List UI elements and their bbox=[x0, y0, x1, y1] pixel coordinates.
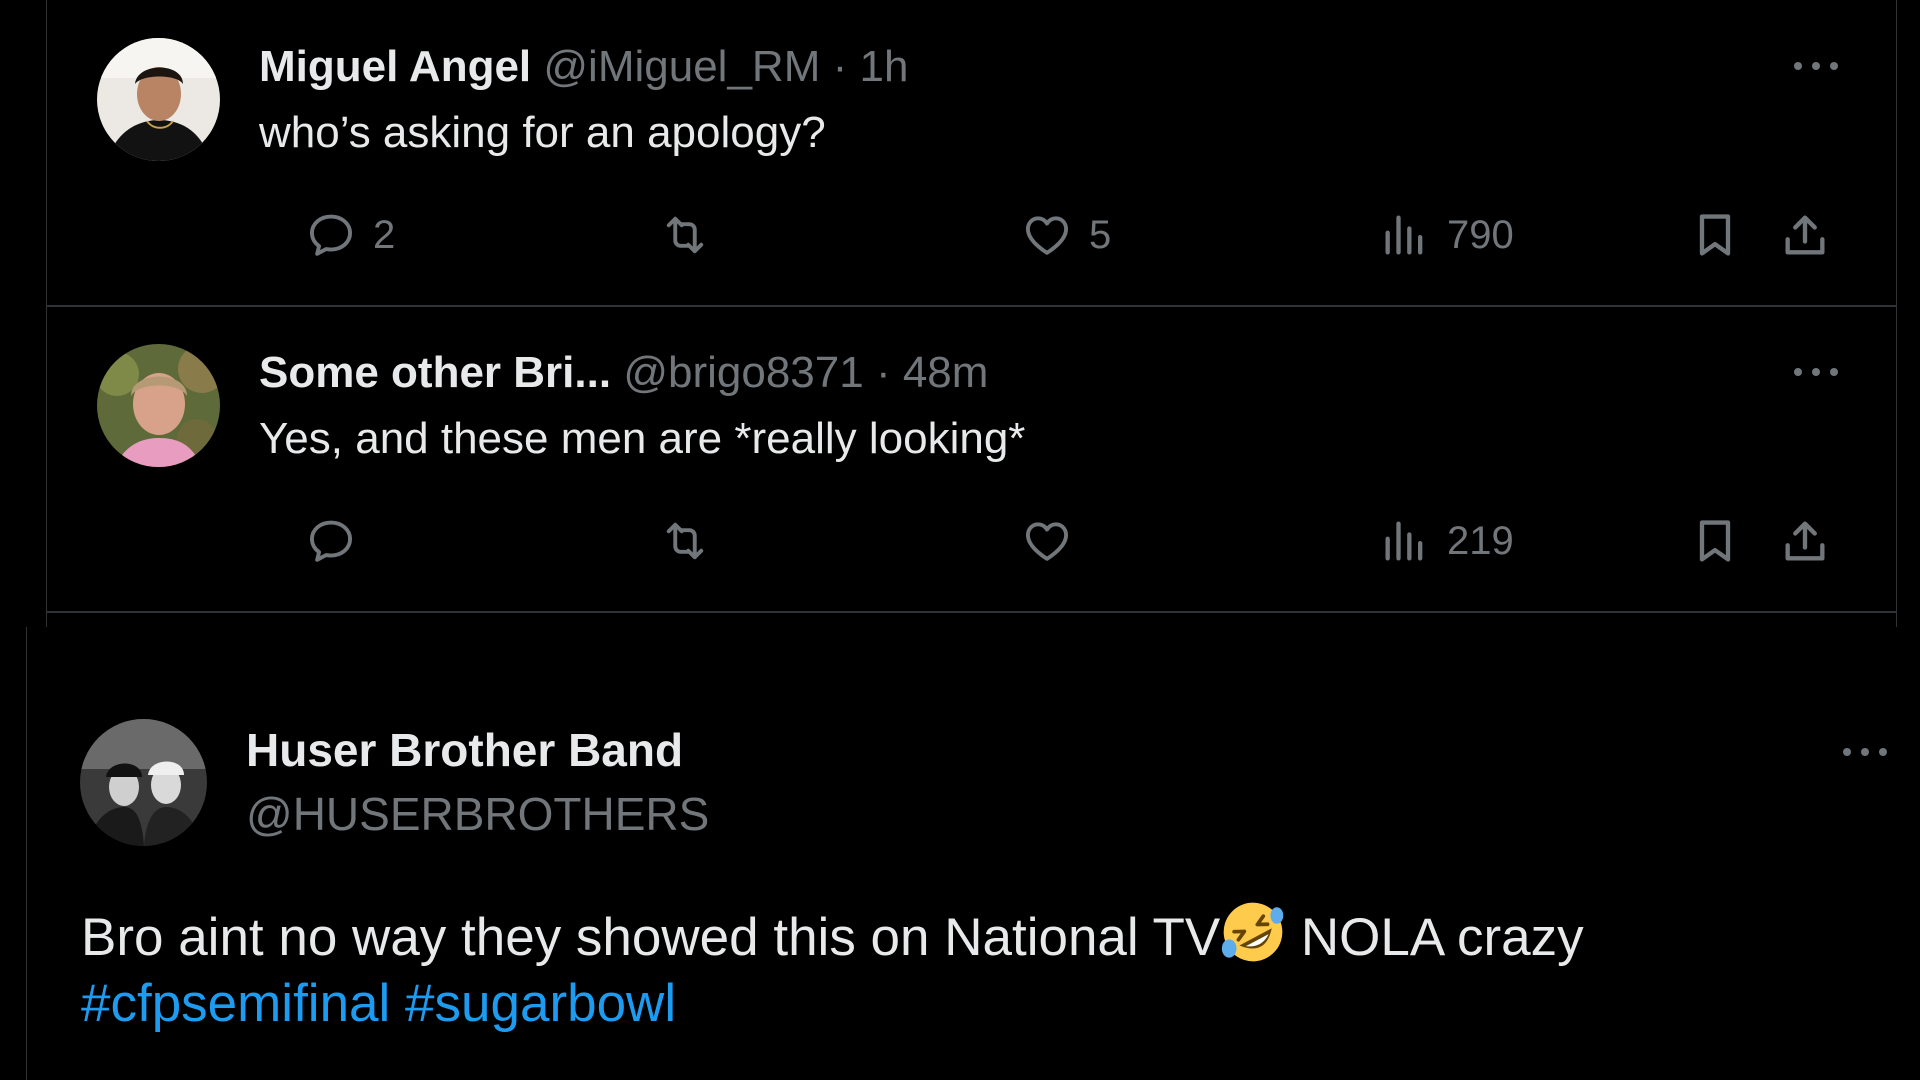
reply-button[interactable]: 2 bbox=[305, 205, 395, 265]
like-button[interactable] bbox=[1021, 511, 1073, 571]
tweet-text-part: Bro aint no way they showed this on Nati… bbox=[81, 908, 1221, 967]
more-options-icon[interactable] bbox=[1843, 744, 1887, 760]
timestamp[interactable]: 48m bbox=[903, 348, 989, 397]
reply-thread: Miguel Angel @iMiguel_RM · 1h who’s aski… bbox=[46, 0, 1897, 627]
heart-icon bbox=[1021, 209, 1073, 261]
action-bar: 219 bbox=[259, 511, 1879, 571]
tweet-header: Miguel Angel @iMiguel_RM · 1h bbox=[259, 42, 908, 92]
like-count: 5 bbox=[1089, 212, 1112, 257]
share-icon bbox=[1779, 515, 1831, 567]
bar-chart-icon bbox=[1379, 209, 1431, 261]
retweet-button[interactable] bbox=[659, 205, 711, 265]
tweet-text: Bro aint no way they showed this on Nati… bbox=[81, 899, 1584, 1037]
avatar[interactable] bbox=[97, 38, 220, 161]
display-name[interactable]: Miguel Angel bbox=[259, 42, 531, 91]
tweet-text: Yes, and these men are *really looking* bbox=[259, 414, 1026, 463]
timestamp[interactable]: 1h bbox=[859, 42, 908, 91]
tweet-header: Some other Bri... @brigo8371 · 48m bbox=[259, 348, 988, 398]
reply-button[interactable] bbox=[305, 511, 357, 571]
bar-chart-icon bbox=[1379, 515, 1431, 567]
reply-tweet[interactable]: Miguel Angel @iMiguel_RM · 1h who’s aski… bbox=[47, 0, 1896, 307]
more-options-icon[interactable] bbox=[1794, 364, 1838, 380]
heart-icon bbox=[1021, 515, 1073, 567]
hashtag-link[interactable]: #cfpsemifinal bbox=[81, 974, 390, 1033]
separator-dot: · bbox=[832, 42, 848, 91]
share-button[interactable] bbox=[1779, 205, 1831, 265]
retweet-button[interactable] bbox=[659, 511, 711, 571]
tweet-text-line: Bro aint no way they showed this on Nati… bbox=[81, 899, 1584, 971]
user-handle[interactable]: @brigo8371 bbox=[623, 348, 863, 397]
display-name[interactable]: Huser Brother Band bbox=[246, 723, 683, 777]
bookmark-button[interactable] bbox=[1689, 511, 1741, 571]
reply-count: 2 bbox=[373, 212, 396, 257]
tweet-text: who’s asking for an apology? bbox=[259, 108, 826, 157]
view-count: 790 bbox=[1447, 212, 1514, 257]
avatar[interactable] bbox=[97, 344, 220, 467]
hashtag-link[interactable]: #sugarbowl bbox=[405, 974, 676, 1033]
view-count: 219 bbox=[1447, 518, 1514, 563]
bookmark-icon bbox=[1689, 209, 1741, 261]
retweet-icon bbox=[659, 209, 711, 261]
views-button[interactable]: 219 bbox=[1379, 511, 1514, 571]
user-handle[interactable]: @HUSERBROTHERS bbox=[246, 787, 709, 841]
reply-tweet[interactable]: Some other Bri... @brigo8371 · 48m Yes, … bbox=[47, 306, 1896, 613]
views-button[interactable]: 790 bbox=[1379, 205, 1514, 265]
bookmark-icon bbox=[1689, 515, 1741, 567]
bookmark-button[interactable] bbox=[1689, 205, 1741, 265]
share-button[interactable] bbox=[1779, 511, 1831, 571]
hashtag-line: #cfpsemifinal #sugarbowl bbox=[81, 971, 1584, 1037]
main-tweet[interactable]: Huser Brother Band @HUSERBROTHERS Bro ai… bbox=[26, 627, 1920, 1080]
user-handle[interactable]: @iMiguel_RM bbox=[543, 42, 820, 91]
speech-bubble-icon bbox=[305, 515, 357, 567]
display-name[interactable]: Some other Bri... bbox=[259, 348, 611, 397]
separator-dot: · bbox=[875, 348, 891, 397]
avatar[interactable] bbox=[80, 719, 207, 846]
retweet-icon bbox=[659, 515, 711, 567]
more-options-icon[interactable] bbox=[1794, 58, 1838, 74]
speech-bubble-icon bbox=[305, 209, 357, 261]
like-button[interactable]: 5 bbox=[1021, 205, 1111, 265]
tweet-text-part: NOLA crazy bbox=[1286, 908, 1584, 967]
action-bar: 2 5 790 bbox=[259, 205, 1879, 265]
rolling-on-floor-laughing-emoji bbox=[1222, 902, 1284, 962]
share-icon bbox=[1779, 209, 1831, 261]
